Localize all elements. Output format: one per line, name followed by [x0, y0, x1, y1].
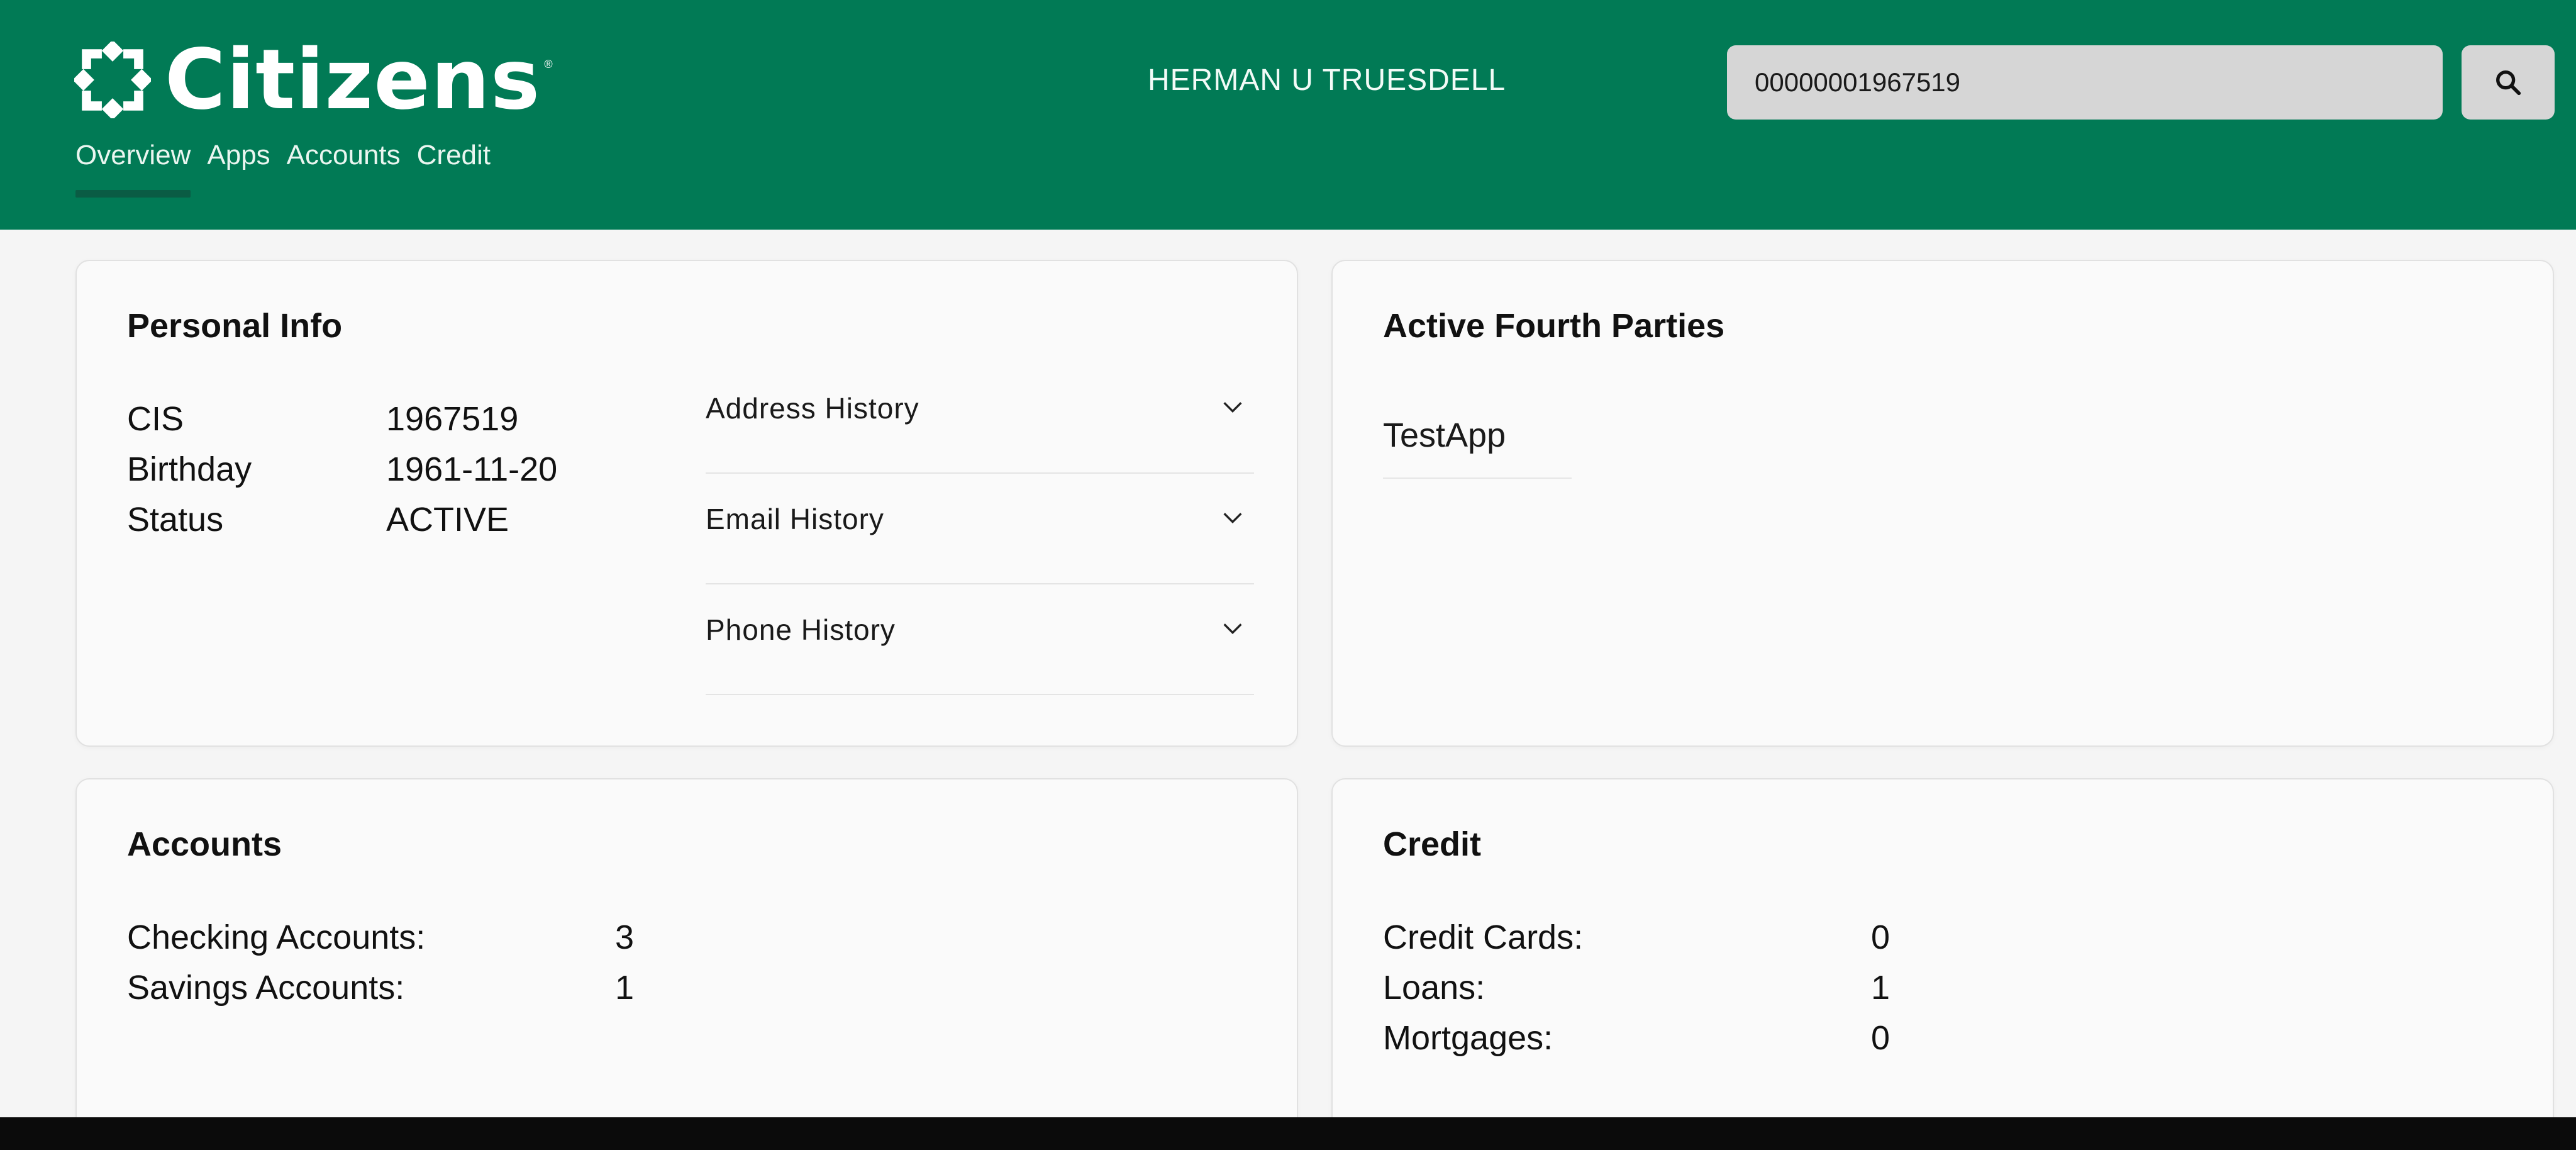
customer-name: HERMAN U TRUESDELL	[1148, 64, 1506, 97]
app-header: Citizens ® Overview Apps Accounts Credit…	[0, 0, 2576, 230]
checking-accounts-label: Checking Accounts:	[127, 918, 426, 956]
savings-accounts-value: 1	[615, 969, 635, 1007]
chevron-down-icon	[1223, 513, 1242, 524]
loans-label: Loans:	[1383, 969, 1485, 1007]
email-history-accordion[interactable]: Email History	[706, 474, 1254, 584]
status-label: Status	[127, 501, 224, 539]
credit-title: Credit	[1383, 825, 1482, 863]
fourth-party-item[interactable]: TestApp	[1383, 416, 1572, 479]
accounts-card: Accounts Checking Accounts: 3 Savings Ac…	[75, 778, 1298, 1130]
savings-accounts-label: Savings Accounts:	[127, 969, 405, 1007]
citizens-logo-mark-icon	[74, 42, 151, 118]
mortgages-value: 0	[1871, 1019, 1890, 1057]
search-input[interactable]	[1727, 45, 2443, 120]
trademark-mark: ®	[544, 58, 553, 70]
checking-accounts-value: 3	[615, 918, 635, 956]
mortgages-label: Mortgages:	[1383, 1019, 1553, 1057]
chevron-down-icon	[1223, 623, 1242, 635]
credit-cards-label: Credit Cards:	[1383, 918, 1584, 956]
citizens-logo[interactable]: Citizens ®	[74, 31, 553, 128]
address-history-label: Address History	[706, 392, 919, 425]
fourth-parties-title: Active Fourth Parties	[1383, 307, 1725, 345]
nav-tab-apps[interactable]: Apps	[207, 140, 270, 180]
loans-value: 1	[1871, 969, 1890, 1007]
status-value: ACTIVE	[386, 501, 509, 539]
personal-info-card: Personal Info CIS 1967519 Birthday 1961-…	[75, 260, 1298, 747]
credit-cards-value: 0	[1871, 918, 1890, 956]
chevron-down-icon	[1223, 402, 1242, 413]
nav-tab-overview[interactable]: Overview	[75, 140, 191, 198]
nav-tab-credit[interactable]: Credit	[417, 140, 491, 180]
personal-info-title: Personal Info	[127, 307, 343, 345]
address-history-accordion[interactable]: Address History	[706, 363, 1254, 474]
cis-label: CIS	[127, 400, 184, 438]
cis-value: 1967519	[386, 400, 519, 438]
accounts-title: Accounts	[127, 825, 282, 863]
credit-card: Credit Credit Cards: 0 Loans: 1 Mortgage…	[1331, 778, 2554, 1130]
search-icon	[2496, 70, 2521, 96]
email-history-label: Email History	[706, 503, 884, 535]
main-nav: Overview Apps Accounts Credit	[75, 140, 507, 198]
phone-history-accordion[interactable]: Phone History	[706, 584, 1254, 695]
birthday-label: Birthday	[127, 450, 252, 488]
bottom-bar	[0, 1117, 2576, 1150]
phone-history-label: Phone History	[706, 613, 896, 646]
brand-name: Citizens	[165, 31, 541, 128]
birthday-value: 1961-11-20	[386, 450, 558, 488]
nav-tab-accounts[interactable]: Accounts	[287, 140, 401, 180]
search-button[interactable]	[2462, 45, 2555, 120]
fourth-parties-card: Active Fourth Parties TestApp	[1331, 260, 2554, 747]
